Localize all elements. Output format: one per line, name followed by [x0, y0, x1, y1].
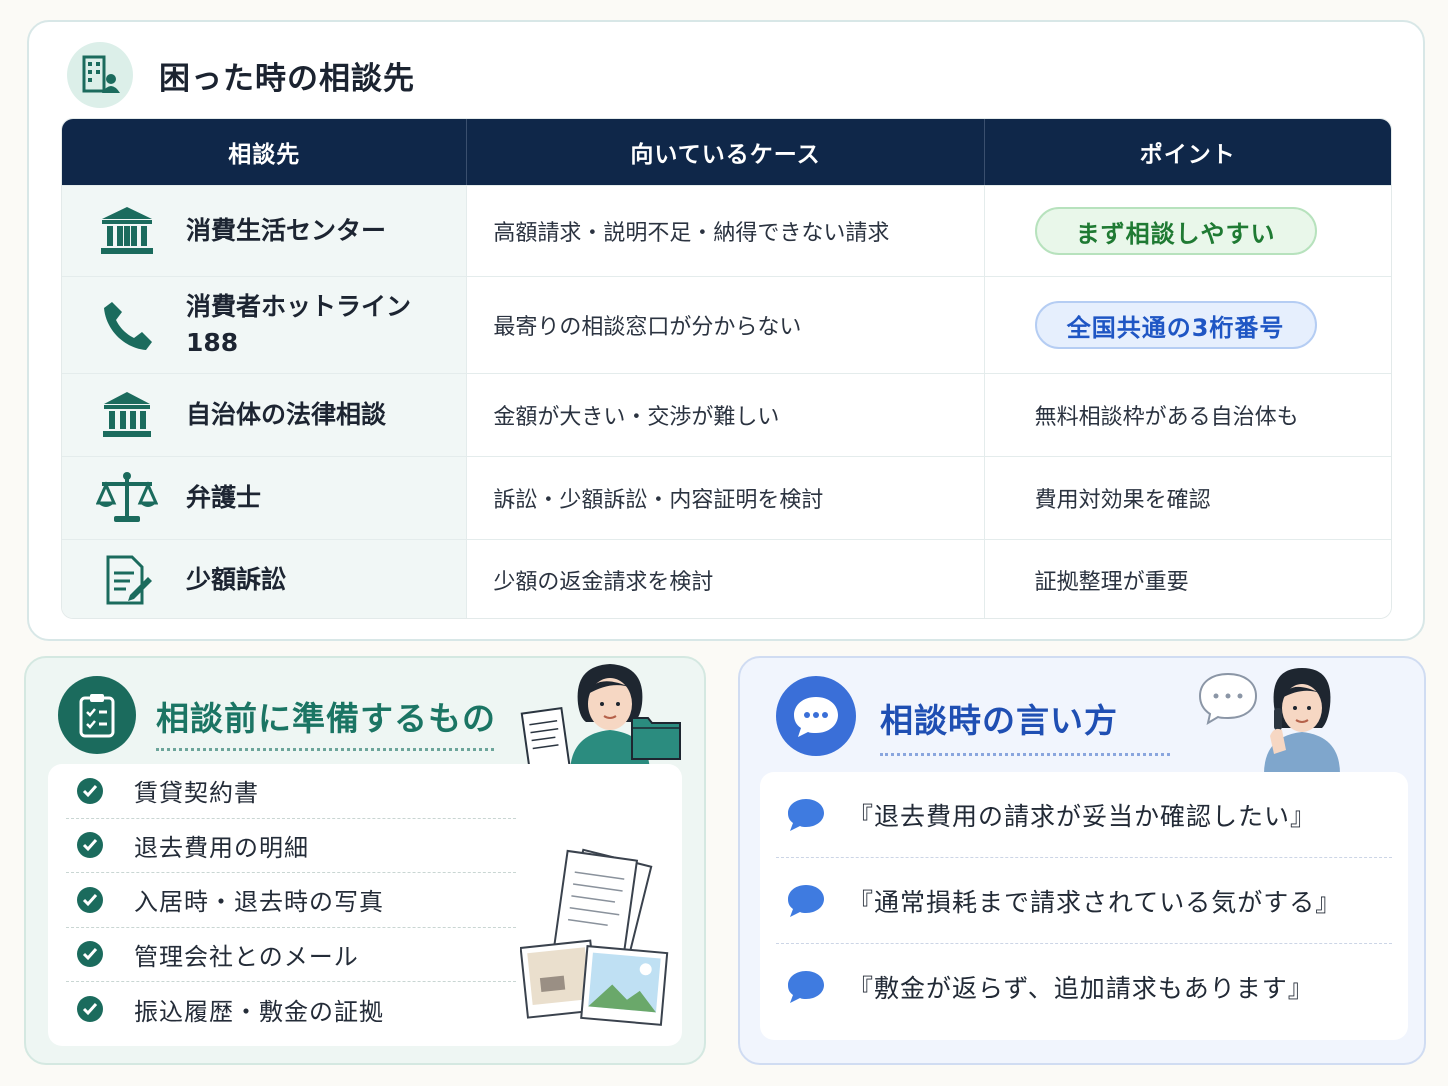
phrase-text: 『敷金が返らず、追加請求もあります』: [848, 974, 1314, 1003]
row-point: 無料相談枠がある自治体も: [983, 374, 1391, 456]
consult-title: 困った時の相談先: [159, 60, 415, 97]
check-circle-icon: [77, 832, 103, 859]
institution-building-icon: [96, 203, 158, 259]
list-item: 賃貸契約書: [66, 764, 516, 819]
point-badge-green: まず相談しやすい: [1034, 207, 1317, 255]
phrase-list: 『退去費用の請求が妥当か確認したい』 『通常損耗まで請求されている気がする』 『…: [776, 772, 1392, 1030]
row-point-cell: まず相談しやすい: [983, 186, 1391, 276]
list-item: 入居時・退去時の写真: [66, 873, 516, 928]
list-item-label: 入居時・退去時の写真: [134, 888, 384, 917]
consult-header: 困った時の相談先: [67, 40, 415, 110]
row-name-wrap: 消費者ホットライン 188: [186, 289, 411, 361]
phrase-text: 『退去費用の請求が妥当か確認したい』: [848, 801, 1317, 831]
row-consult-cell: 消費生活センター: [62, 186, 467, 276]
list-item: 退去費用の明細: [66, 819, 516, 873]
table-row: 少額訴訟 少額の返金請求を検討 証拠整理が重要: [62, 539, 1391, 618]
phrase-text: 『通常損耗まで請求されている気がする』: [848, 887, 1342, 917]
row-case: 最寄りの相談窓口が分からない: [466, 277, 984, 373]
column-header-point: ポイント: [983, 119, 1391, 185]
consult-card: 困った時の相談先 相談先 向いているケース ポイント 消費生活センター 高額請求…: [27, 20, 1425, 641]
row-consult-cell: 自治体の法律相談: [62, 374, 467, 456]
table-row: 消費生活センター 高額請求・説明不足・納得できない請求 まず相談しやすい: [62, 185, 1391, 276]
point-badge-blue: 全国共通の3桁番号: [1034, 301, 1317, 349]
list-item: 『敷金が返らず、追加請求もあります』: [776, 944, 1392, 1030]
title-underline: [880, 753, 1170, 756]
table-row: 自治体の法律相談 金額が大きい・交渉が難しい 無料相談枠がある自治体も: [62, 373, 1391, 456]
prepare-card: 相談前に準備するもの 賃貸契約書 退去費用の明細 入居時・退去時の写真 管理会社…: [24, 656, 706, 1065]
documents-photos-illustration: [520, 848, 669, 1026]
row-name: 少額訴訟: [186, 565, 287, 594]
row-point: 費用対効果を確認: [983, 457, 1391, 539]
table-row: 弁護士 訴訟・少額訴訟・内容証明を検討 費用対効果を確認: [62, 456, 1391, 539]
row-case: 高額請求・説明不足・納得できない請求: [466, 186, 984, 276]
consult-table: 相談先 向いているケース ポイント 消費生活センター 高額請求・説明不足・納得で…: [61, 118, 1392, 619]
check-circle-icon: [77, 886, 103, 913]
row-name: 消費者ホットライン: [186, 292, 412, 321]
list-item: 『通常損耗まで請求されている気がする』: [776, 858, 1392, 944]
table-row: 消費者ホットライン 188 最寄りの相談窓口が分からない 全国共通の3桁番号: [62, 276, 1391, 373]
checklist: 賃貸契約書 退去費用の明細 入居時・退去時の写真 管理会社とのメール 振込履歴・…: [66, 764, 516, 1037]
check-circle-icon: [77, 777, 103, 804]
document-pen-icon: [96, 552, 158, 608]
speech-bubble-icon: [788, 798, 824, 831]
list-item: 『退去費用の請求が妥当か確認したい』: [776, 772, 1392, 858]
government-building-icon: [96, 387, 158, 443]
list-item-label: 振込履歴・敷金の証拠: [134, 997, 384, 1026]
row-name: 自治体の法律相談: [186, 400, 387, 429]
speech-bubble-icon: [788, 971, 824, 1003]
row-point-cell: 全国共通の3桁番号: [983, 277, 1391, 373]
row-case: 訴訟・少額訴訟・内容証明を検討: [466, 457, 984, 539]
check-circle-icon: [77, 941, 103, 968]
speech-bubble-icon: [788, 884, 824, 917]
column-header-case: 向いているケース: [466, 119, 983, 185]
scales-icon: [96, 470, 158, 526]
chat-bubble-icon: [776, 676, 856, 756]
woman-with-documents-illustration: [520, 664, 681, 774]
list-item-label: 賃貸契約書: [134, 779, 259, 808]
row-point: 証拠整理が重要: [983, 540, 1391, 618]
phrases-card: 相談時の言い方 『退去費用の請求が妥当か確認したい』 『通常損耗まで請求されてい…: [738, 656, 1426, 1065]
list-item-label: 管理会社とのメール: [134, 942, 359, 971]
row-consult-cell: 少額訴訟: [62, 540, 467, 618]
row-consult-cell: 消費者ホットライン 188: [62, 277, 467, 373]
prepare-title: 相談前に準備するもの: [156, 699, 496, 738]
clipboard-checklist-icon: [58, 676, 136, 754]
table-header: 相談先 向いているケース ポイント: [62, 119, 1391, 185]
check-circle-icon: [77, 996, 103, 1023]
row-case: 少額の返金請求を検討: [466, 540, 984, 618]
row-name: 消費生活センター: [186, 216, 387, 245]
list-item: 振込履歴・敷金の証拠: [66, 982, 516, 1037]
row-name: 弁護士: [186, 483, 262, 512]
woman-on-phone-illustration: [1198, 668, 1340, 774]
office-building-person-icon: [67, 42, 133, 108]
list-item: 管理会社とのメール: [66, 928, 516, 982]
row-case: 金額が大きい・交渉が難しい: [466, 374, 984, 456]
title-underline: [156, 748, 494, 751]
list-item-label: 退去費用の明細: [134, 833, 309, 862]
row-name-number: 188: [186, 328, 239, 357]
phrases-list-panel: 『退去費用の請求が妥当か確認したい』 『通常損耗まで請求されている気がする』 『…: [760, 772, 1408, 1040]
prepare-list-panel: 賃貸契約書 退去費用の明細 入居時・退去時の写真 管理会社とのメール 振込履歴・…: [48, 764, 682, 1046]
phone-icon: [96, 297, 158, 353]
row-consult-cell: 弁護士: [62, 457, 467, 539]
phrases-title: 相談時の言い方: [880, 701, 1118, 740]
column-header-consult: 相談先: [228, 142, 301, 168]
